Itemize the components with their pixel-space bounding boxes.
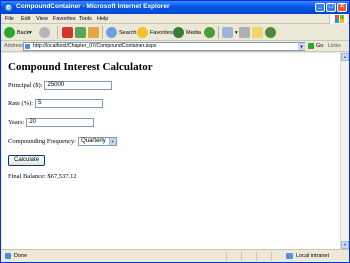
rate-row: Rate (%): 5: [8, 99, 104, 108]
chevron-down-icon: ▼: [108, 138, 116, 145]
result-text: Final Balance: $67,537.12: [8, 173, 77, 180]
favorites-button[interactable]: Favorites: [137, 26, 173, 39]
back-label: Back: [17, 29, 30, 36]
toolbar-divider: [218, 26, 219, 39]
search-icon: [106, 27, 117, 38]
messenger-icon: [265, 27, 276, 38]
toolbar-divider: [102, 26, 103, 39]
principal-row: Principal ($): 25000: [8, 81, 113, 90]
menu-bar: File Edit View Favorites Tools Help: [1, 14, 349, 24]
title-bar: e CompoundContainer - Microsoft Internet…: [1, 1, 349, 14]
print-icon: [239, 27, 250, 38]
rate-label: Rate (%):: [8, 100, 34, 107]
home-button[interactable]: [88, 26, 101, 39]
years-row: Years: 20: [8, 118, 95, 127]
menu-edit[interactable]: Edit: [21, 16, 30, 22]
history-icon: [204, 27, 215, 38]
history-button[interactable]: [204, 26, 217, 39]
ie-logo-icon: e: [4, 3, 13, 12]
menu-favorites[interactable]: Favorites: [53, 16, 76, 22]
status-cell: [256, 252, 270, 261]
media-icon: [173, 27, 184, 38]
frequency-value: Quarterly: [81, 138, 106, 144]
browser-window: e CompoundContainer - Microsoft Internet…: [0, 0, 350, 263]
favorites-label: Favorites: [150, 29, 173, 36]
principal-input[interactable]: 25000: [44, 81, 113, 90]
maximize-button[interactable]: □: [326, 3, 336, 12]
address-bar: Address http://localhost/Chapter_07/Comp…: [1, 41, 349, 52]
principal-label: Principal ($):: [8, 82, 43, 89]
print-button[interactable]: [239, 26, 252, 39]
back-arrow-icon: [4, 27, 15, 38]
go-label: Go: [316, 43, 324, 49]
address-label: Address: [4, 43, 25, 49]
back-dropdown[interactable]: ▾: [29, 26, 32, 39]
status-cell: [271, 252, 285, 261]
menu-view[interactable]: View: [36, 16, 48, 22]
media-button[interactable]: Media: [173, 26, 201, 39]
links-button[interactable]: Links: [328, 43, 341, 49]
intranet-icon: [286, 253, 293, 259]
go-arrow-icon: [308, 43, 314, 49]
toolbar-divider: [57, 26, 58, 39]
scroll-down-icon[interactable]: ▼: [341, 241, 349, 249]
frequency-select[interactable]: Quarterly ▼: [78, 137, 117, 146]
page-title: Compound Interest Calculator: [8, 61, 153, 73]
status-text: Done: [14, 253, 28, 259]
media-label: Media: [186, 29, 201, 36]
home-icon: [88, 27, 99, 38]
menu-help[interactable]: Help: [97, 16, 108, 22]
mail-button[interactable]: ▾: [222, 26, 238, 39]
stop-icon: [62, 27, 73, 38]
windows-logo-icon: [329, 14, 347, 24]
go-button[interactable]: Go: [308, 43, 323, 49]
back-button[interactable]: Back: [4, 26, 29, 39]
years-input[interactable]: 20: [26, 118, 95, 127]
mail-icon: [222, 27, 233, 38]
page-content: Compound Interest Calculator Principal (…: [2, 53, 340, 249]
search-label: Search: [119, 29, 137, 36]
forward-button[interactable]: [39, 26, 52, 39]
close-button[interactable]: ×: [337, 3, 347, 12]
stop-button[interactable]: [62, 26, 75, 39]
page-done-icon: [5, 253, 11, 259]
status-done: Done: [5, 253, 27, 259]
page-icon: [25, 44, 30, 49]
address-input[interactable]: http://localhost/Chapter_07/CompoundCont…: [23, 42, 305, 51]
address-dropdown-icon[interactable]: ▼: [298, 43, 305, 50]
years-label: Years:: [8, 119, 25, 126]
vertical-scrollbar[interactable]: ▲ ▼: [340, 53, 349, 249]
menu-file[interactable]: File: [5, 16, 14, 22]
edit-icon: [252, 27, 263, 38]
toolbar: Back ▾ Search Favorites Media ▾: [1, 24, 349, 41]
status-cell: [226, 252, 240, 261]
menu-tools[interactable]: Tools: [79, 16, 92, 22]
frequency-row: Compounding Frequency: Quarterly ▼: [8, 137, 117, 146]
rate-input[interactable]: 5: [35, 99, 104, 108]
calculate-button[interactable]: Calculate: [8, 155, 46, 166]
favorites-star-icon: [137, 27, 148, 38]
scroll-up-icon[interactable]: ▲: [341, 53, 349, 61]
search-button[interactable]: Search: [106, 26, 136, 39]
security-zone: Local intranet: [286, 253, 329, 259]
forward-arrow-icon: [39, 27, 50, 38]
messenger-button[interactable]: [265, 26, 278, 39]
status-cell: [241, 252, 255, 261]
edit-button[interactable]: [252, 26, 265, 39]
zone-label: Local intranet: [296, 253, 330, 259]
frequency-label: Compounding Frequency:: [8, 138, 77, 145]
minimize-button[interactable]: _: [315, 3, 325, 12]
window-title: CompoundContainer - Microsoft Internet E…: [16, 3, 170, 10]
status-bar: Done Local intranet: [1, 249, 349, 262]
refresh-button[interactable]: [75, 26, 88, 39]
refresh-icon: [75, 27, 86, 38]
